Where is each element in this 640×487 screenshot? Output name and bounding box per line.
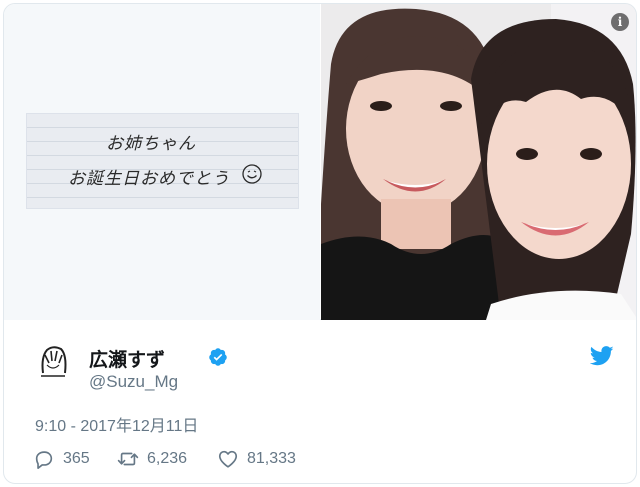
twitter-bird-icon[interactable] <box>590 346 614 366</box>
info-icon[interactable]: i <box>611 13 629 31</box>
tweet-card: お姉ちゃん お誕生日おめでとう i 広瀬すず @Suzu_Mg 9:10 - 2… <box>3 3 637 484</box>
tweet-author: 広瀬すず @Suzu_Mg <box>35 343 615 391</box>
retweet-count: 6,236 <box>147 450 188 467</box>
heart-icon <box>218 450 238 468</box>
retweet-button[interactable]: 6,236 <box>117 447 187 471</box>
reply-icon <box>35 451 53 469</box>
smiley-icon <box>242 164 262 184</box>
avatar-sketch <box>35 343 71 379</box>
verified-badge-icon <box>209 348 227 366</box>
display-name[interactable]: 広瀬すず <box>89 345 165 372</box>
reply-button[interactable]: 365 <box>33 447 90 471</box>
reply-count: 365 <box>63 450 90 467</box>
tweet-timestamp[interactable]: 9:10 - 2017年12月11日 <box>35 412 198 436</box>
media-image-note[interactable]: お姉ちゃん お誕生日おめでとう <box>4 4 320 320</box>
handwritten-note: お姉ちゃん お誕生日おめでとう <box>26 113 299 209</box>
note-line-1: お姉ちゃん <box>106 134 196 154</box>
tweet-actions: 365 6,236 81,333 <box>33 447 333 471</box>
like-count: 81,333 <box>247 450 296 467</box>
media-image-photo[interactable]: i <box>321 4 636 320</box>
avatar[interactable] <box>35 343 71 379</box>
note-line-2: お誕生日おめでとう <box>68 169 230 189</box>
retweet-icon <box>117 452 139 466</box>
tweet-media[interactable]: お姉ちゃん お誕生日おめでとう i <box>4 4 636 320</box>
user-handle[interactable]: @Suzu_Mg <box>89 372 178 392</box>
like-button[interactable]: 81,333 <box>217 447 296 471</box>
selfie-photo <box>321 4 636 320</box>
